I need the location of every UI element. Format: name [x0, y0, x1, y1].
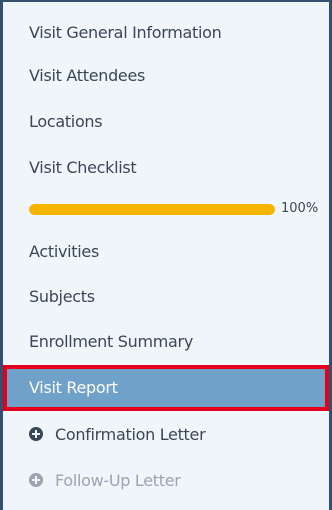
nav-item-visit-general-information[interactable]: Visit General Information: [3, 12, 329, 54]
nav-item-locations[interactable]: Locations: [3, 101, 329, 143]
progress-percent-label: 100%: [281, 201, 319, 216]
nav-item-enrollment-summary[interactable]: Enrollment Summary: [3, 321, 329, 363]
follow-up-letter-button[interactable]: Follow-Up Letter: [3, 460, 329, 502]
nav-item-visit-checklist[interactable]: Visit Checklist: [3, 147, 329, 189]
checklist-progress: 100%: [3, 188, 329, 228]
progress-bar-fill: [29, 204, 275, 215]
nav-item-subjects[interactable]: Subjects: [3, 276, 329, 318]
nav-item-visit-report[interactable]: Visit Report: [3, 365, 329, 411]
nav-item-visit-attendees[interactable]: Visit Attendees: [3, 55, 329, 97]
confirmation-letter-label: Confirmation Letter: [55, 425, 206, 444]
follow-up-letter-label: Follow-Up Letter: [55, 471, 181, 490]
plus-circle-icon: [29, 473, 43, 487]
plus-circle-icon: [29, 427, 43, 441]
visit-navigation-panel: Visit General Information Visit Attendee…: [0, 0, 332, 510]
progress-bar-track: [29, 204, 275, 215]
confirmation-letter-button[interactable]: Confirmation Letter: [3, 414, 329, 456]
nav-item-activities[interactable]: Activities: [3, 231, 329, 273]
